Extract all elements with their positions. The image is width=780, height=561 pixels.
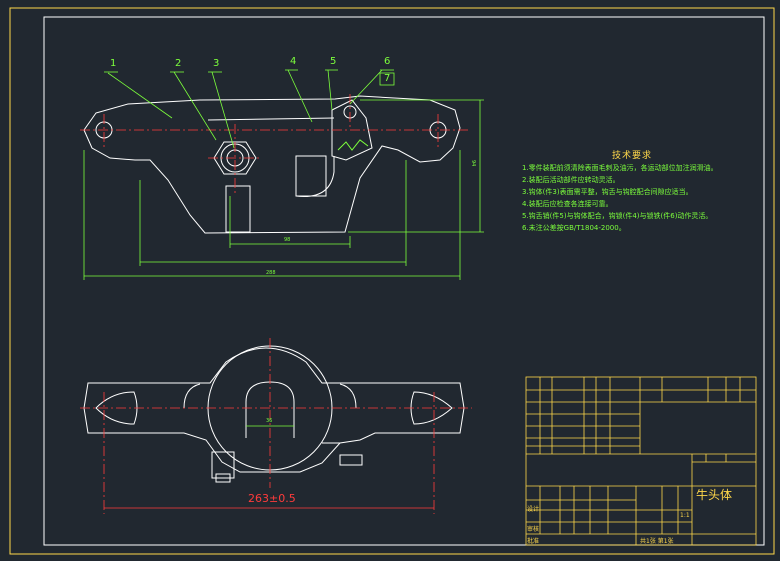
- front-arc: [295, 156, 335, 197]
- notes-line: 6.未注公差按GB/T1804-2000。: [522, 224, 626, 232]
- balloon-6: 6: [384, 56, 391, 67]
- top-small-arc-right: [339, 383, 357, 409]
- top-tab: [339, 454, 363, 466]
- notes-line: 5.钩舌销(件5)与钩体配合，钩锁(件4)与锁铁(件6)动作灵活。: [522, 212, 713, 220]
- notes-line: 4.装配后应检查各连接可靠。: [522, 200, 613, 208]
- lock-zigzag: [337, 139, 369, 151]
- scale-text: 1:1: [680, 512, 690, 519]
- front-dimensions: [83, 69, 484, 280]
- balloon-7: 7: [384, 73, 391, 84]
- balloon-5: 5: [330, 56, 337, 67]
- front-slot: [295, 155, 327, 197]
- notes-line: 1.零件装配前须清除表面毛刺及油污，各运动部位加注润滑油。: [522, 164, 718, 172]
- dimension-overall: 263±0.5: [248, 492, 296, 505]
- designer-label: 设计: [527, 506, 540, 513]
- title-block-frame: [525, 376, 757, 546]
- top-body-outline: [83, 347, 465, 473]
- dimension-side: 94: [470, 160, 476, 167]
- checker-label: 审核: [527, 526, 540, 533]
- notes-line: 3.钩体(件3)表面需平整，钩舌与钩腔配合间隙应适当。: [522, 188, 693, 196]
- balloon-4: 4: [290, 56, 297, 67]
- notes-line: 2.装配后活动部件应转动灵活。: [522, 176, 620, 184]
- dimension-36: 36: [266, 418, 273, 424]
- front-center-lines: [80, 94, 470, 196]
- outer-frame: [9, 7, 775, 555]
- inner-frame: [43, 16, 765, 546]
- part-name: 牛头体: [696, 488, 733, 502]
- sheet-text: 共1张 第1张: [640, 538, 674, 545]
- notes-title: 技术要求: [611, 151, 652, 161]
- dimension-288: 288: [266, 270, 276, 276]
- technical-notes: 技术要求 1.零件装配前须清除表面毛刺及油污，各运动部位加注润滑油。 2.装配后…: [522, 150, 762, 234]
- approver-label: 批准: [527, 538, 540, 545]
- cad-drawing: [9, 7, 775, 555]
- balloon-2: 2: [175, 58, 182, 69]
- balloon-3: 3: [213, 58, 220, 69]
- top-view: [83, 345, 465, 483]
- top-small-arc-left: [183, 383, 201, 409]
- balloon-1: 1: [110, 58, 117, 69]
- dimension-98: 98: [284, 237, 291, 243]
